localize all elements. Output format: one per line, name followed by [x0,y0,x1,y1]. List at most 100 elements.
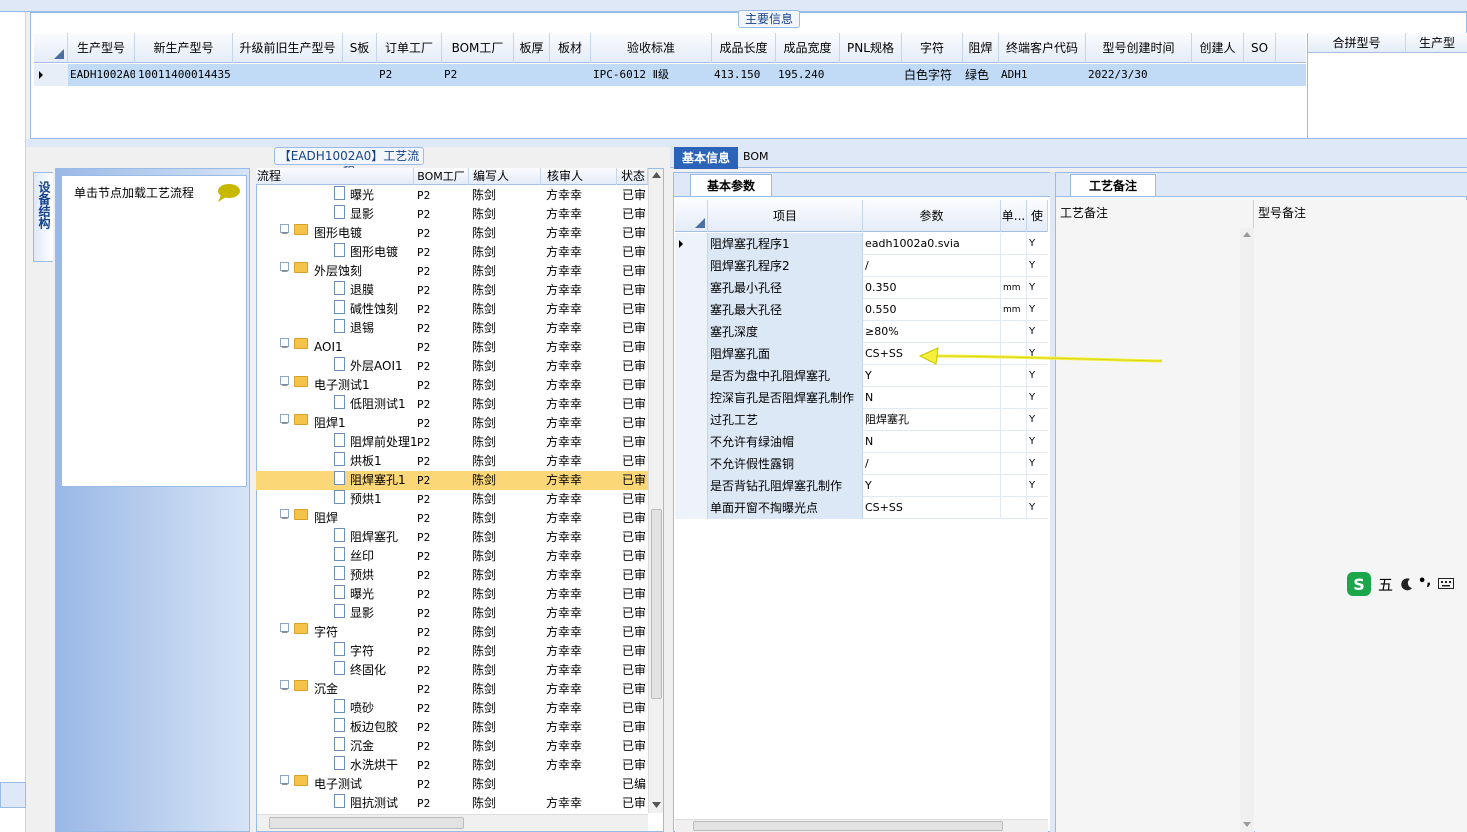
collapse-icon[interactable]: − [280,623,289,638]
param-row[interactable]: 控深盲孔是否阻焊塞孔制作 N Y [675,387,1048,409]
param-flag[interactable]: Y [1027,387,1048,409]
param-unit[interactable] [1001,475,1027,497]
col-header[interactable]: BOM工厂 [414,168,469,185]
tree-node[interactable]: 外层AOI1 P2 陈剑 方幸幸 已审 [256,357,648,376]
ime-mode-label[interactable]: 五 [1378,574,1393,595]
tree-node[interactable]: 字符 P2 陈剑 方幸幸 已审 [256,642,648,661]
param-flag[interactable]: Y [1027,497,1048,519]
param-value[interactable]: / [863,453,1001,475]
collapse-icon[interactable]: − [280,376,289,391]
param-item[interactable]: 不允许假性露铜 [708,453,863,475]
tree-node[interactable]: − 外层蚀刻 P2 陈剑 方幸幸 已审 [256,262,648,281]
param-row[interactable]: 单面开窗不掏曝光点 CS+SS Y [675,497,1048,519]
param-value[interactable]: ≥80% [863,321,1001,343]
param-unit[interactable]: mm [1001,299,1027,321]
tree-node[interactable]: 图形电镀 P2 陈剑 方幸幸 已审 [256,243,648,262]
sogou-logo-icon[interactable]: S [1346,571,1372,597]
tree-node[interactable]: − 电子测试 P2 陈剑 已编 [256,775,648,794]
collapse-icon[interactable]: − [280,338,289,353]
param-value[interactable]: eadh1002a0.svia [863,233,1001,255]
punctuation-icon[interactable]: •, [1418,574,1431,589]
tab-basic-params[interactable]: 基本参数 [690,174,772,196]
tab-bom[interactable]: BOM [743,150,769,163]
tree-node[interactable]: − 图形电镀 P2 陈剑 方幸幸 已审 [256,224,648,243]
tree-node[interactable]: 曝光 P2 陈剑 方幸幸 已审 [256,585,648,604]
param-flag[interactable]: Y [1027,409,1048,431]
tree-node[interactable]: 退膜 P2 陈剑 方幸幸 已审 [256,281,648,300]
cell[interactable]: 10011400014435 [135,64,233,86]
col-header[interactable]: BOM工厂 [442,33,514,63]
tree-node[interactable]: 水洗烘干 P2 陈剑 方幸幸 已审 [256,756,648,775]
param-item[interactable]: 单面开窗不掏曝光点 [708,497,863,519]
param-flag[interactable]: Y [1027,233,1048,255]
col-header[interactable]: 状态 [617,168,648,185]
tree-node[interactable]: − 沉金 P2 陈剑 方幸幸 已审 [256,680,648,699]
process-remark-area[interactable]: 工艺备注 [1056,200,1254,832]
param-item[interactable]: 塞孔最大孔径 [708,299,863,321]
cell[interactable]: 白色字符 [902,64,963,86]
tree-node[interactable]: − 阻焊 P2 陈剑 方幸幸 已审 [256,509,648,528]
collapse-icon[interactable]: − [280,775,289,790]
tree-node[interactable]: − 电子测试1 P2 陈剑 方幸幸 已审 [256,376,648,395]
param-row[interactable]: 塞孔最大孔径 0.550 mm Y [675,299,1048,321]
col-header[interactable]: SO [1244,33,1276,63]
tree-vertical-scrollbar[interactable] [648,169,663,813]
cell[interactable]: 绿色 [963,64,999,86]
param-item[interactable]: 塞孔最小孔径 [708,277,863,299]
tree-node[interactable]: 预烘 P2 陈剑 方幸幸 已审 [256,566,648,585]
model-remark-area[interactable]: 型号备注 [1255,200,1467,832]
tree-node[interactable]: 退锡 P2 陈剑 方幸幸 已审 [256,319,648,338]
param-unit[interactable] [1001,409,1027,431]
collapse-icon[interactable]: − [280,414,289,429]
param-unit[interactable] [1001,387,1027,409]
param-row[interactable]: 阻焊塞孔程序1 eadh1002a0.svia Y [675,233,1048,255]
param-unit[interactable] [1001,365,1027,387]
tree-node[interactable]: − 字符 P2 陈剑 方幸幸 已审 [256,623,648,642]
param-item[interactable]: 不允许有绿油帽 [708,431,863,453]
cell[interactable]: P2 [377,64,442,86]
collapse-icon[interactable]: − [280,224,289,239]
tree-node[interactable]: 曝光 P2 陈剑 方幸幸 已审 [256,186,648,205]
tree-node[interactable]: 烘板1 P2 陈剑 方幸幸 已审 [256,452,648,471]
col-header[interactable]: 板厚 [514,33,550,63]
param-flag[interactable]: Y [1027,277,1048,299]
cell[interactable]: 413.150 [712,64,776,86]
param-row[interactable]: 不允许假性露铜 / Y [675,453,1048,475]
param-value[interactable]: 0.550 [863,299,1001,321]
param-unit[interactable] [1001,497,1027,519]
col-header[interactable]: 新生产型号 [135,33,233,63]
col-header[interactable]: 编写人 [469,168,541,185]
cell[interactable]: 195.240 [776,64,840,86]
tree-node[interactable]: − 阻焊1 P2 陈剑 方幸幸 已审 [256,414,648,433]
param-unit[interactable] [1001,321,1027,343]
col-header[interactable]: 成品长度 [712,33,776,63]
load-process-box[interactable] [61,175,247,487]
param-value[interactable]: Y [863,475,1001,497]
param-value[interactable]: / [863,255,1001,277]
param-unit[interactable] [1001,431,1027,453]
col-header[interactable]: 终端客户代码 [999,33,1086,63]
left-bottom-tab[interactable] [0,782,26,808]
col-header[interactable]: 订单工厂 [377,33,442,63]
tree-node[interactable]: 阻焊塞孔1 P2 陈剑 方幸幸 已审 [256,471,648,490]
param-flag[interactable]: Y [1027,255,1048,277]
param-flag[interactable]: Y [1027,321,1048,343]
col-header[interactable]: 板材 [550,33,591,63]
tree-horizontal-scrollbar[interactable] [257,814,648,831]
tree-node[interactable]: 板边包胶 P2 陈剑 方幸幸 已审 [256,718,648,737]
tree-node[interactable]: 沉金 P2 陈剑 方幸幸 已审 [256,737,648,756]
col-header[interactable]: 升级前旧生产型号 [233,33,343,63]
grid-corner[interactable] [34,33,68,63]
param-flag[interactable]: Y [1027,475,1048,497]
tree-node[interactable]: 阻抗测试 P2 陈剑 方幸幸 已审 [256,794,648,813]
remark-vertical-scrollbar[interactable] [1240,228,1254,832]
tree-node[interactable]: − AOI1 P2 陈剑 方幸幸 已审 [256,338,648,357]
table-row[interactable]: EADH1002A0 10011400014435 P2 P2 IPC-6012… [34,64,1306,86]
cell[interactable]: ADH1 [999,64,1086,86]
col-header[interactable]: 使 [1027,200,1048,232]
param-value[interactable]: N [863,431,1001,453]
scroll-thumb[interactable] [651,509,662,699]
param-flag[interactable]: Y [1027,299,1048,321]
param-unit[interactable] [1001,233,1027,255]
collapse-icon[interactable]: − [280,680,289,695]
